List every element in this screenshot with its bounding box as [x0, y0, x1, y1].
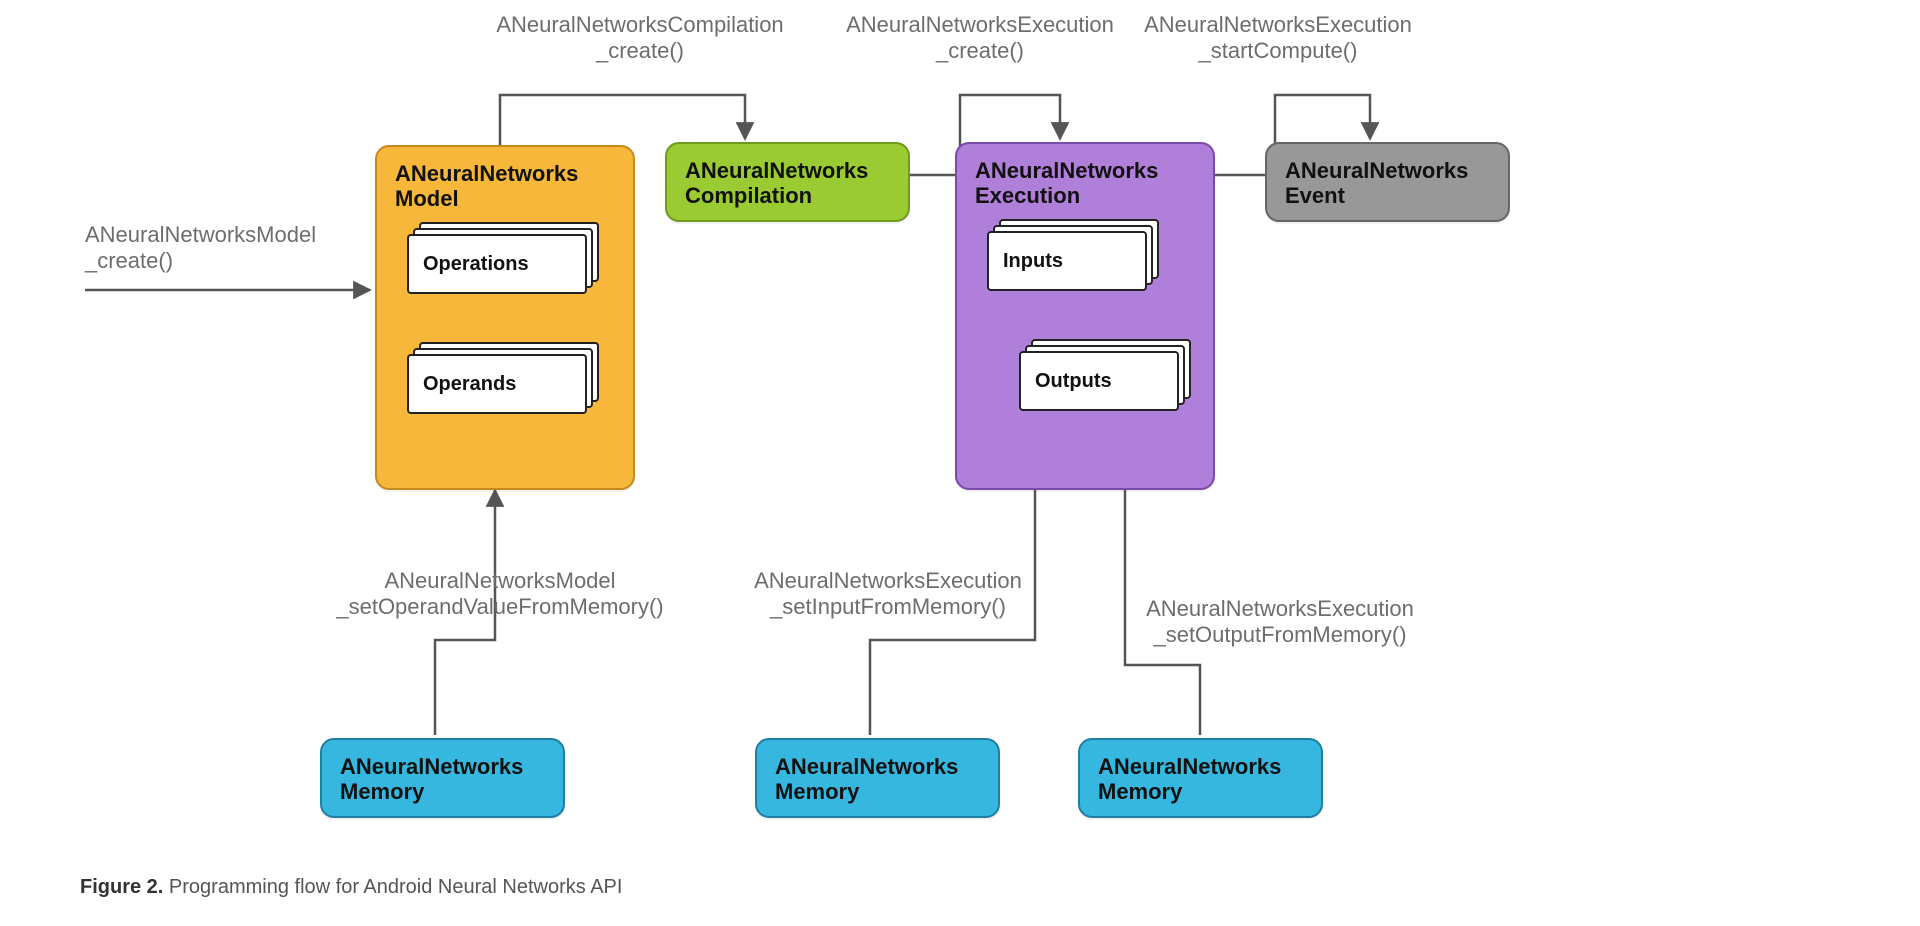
label-set-operand: ANeuralNetworksModel _setOperandValueFro… [305, 568, 695, 621]
node-compilation: ANeuralNetworks Compilation [665, 142, 910, 222]
node-event: ANeuralNetworks Event [1265, 142, 1510, 222]
node-memory-3-title: ANeuralNetworks Memory [1098, 754, 1303, 805]
node-event-title: ANeuralNetworks Event [1285, 158, 1490, 209]
stack-operands: Operands [407, 342, 602, 420]
node-event-title-l2: Event [1285, 183, 1345, 208]
label-execution-start: ANeuralNetworksExecution _startCompute() [1118, 12, 1438, 65]
node-compilation-title-l2: Compilation [685, 183, 812, 208]
node-memory-2-title: ANeuralNetworks Memory [775, 754, 980, 805]
card-outputs-label: Outputs [1021, 353, 1177, 409]
label-set-input: ANeuralNetworksExecution _setInputFromMe… [718, 568, 1058, 621]
node-memory-2-title-l2: Memory [775, 779, 859, 804]
node-execution-title-l2: Execution [975, 183, 1080, 208]
node-memory-1-title-l2: Memory [340, 779, 424, 804]
node-memory-1-title: ANeuralNetworks Memory [340, 754, 545, 805]
node-model-title-l1: ANeuralNetworks [395, 161, 578, 186]
node-model-title: ANeuralNetworks Model [395, 161, 615, 212]
diagram-canvas: ANeuralNetworksModel _create() ANeuralNe… [0, 0, 1920, 926]
node-execution-title-l1: ANeuralNetworks [975, 158, 1158, 183]
node-model: ANeuralNetworks Model Operations Operand… [375, 145, 635, 490]
node-memory-3: ANeuralNetworks Memory [1078, 738, 1323, 818]
node-memory-3-title-l2: Memory [1098, 779, 1182, 804]
stack-outputs: Outputs [1019, 339, 1194, 417]
card-operations-label: Operations [409, 236, 585, 292]
node-memory-2: ANeuralNetworks Memory [755, 738, 1000, 818]
label-compilation-create: ANeuralNetworksCompilation _create() [470, 12, 810, 65]
figure-caption-number: Figure 2. [80, 876, 163, 898]
stack-operations: Operations [407, 222, 602, 300]
figure-caption-text: Programming flow for Android Neural Netw… [169, 876, 623, 898]
node-execution: ANeuralNetworks Execution Inputs Outputs [955, 142, 1215, 490]
card-inputs-label: Inputs [989, 233, 1145, 289]
figure-caption: Figure 2. Programming flow for Android N… [80, 876, 622, 899]
node-execution-title: ANeuralNetworks Execution [975, 158, 1195, 209]
node-memory-1: ANeuralNetworks Memory [320, 738, 565, 818]
label-model-create: ANeuralNetworksModel _create() [85, 222, 365, 275]
card-operands-label: Operands [409, 356, 585, 412]
node-memory-3-title-l1: ANeuralNetworks [1098, 754, 1281, 779]
node-compilation-title: ANeuralNetworks Compilation [685, 158, 890, 209]
node-event-title-l1: ANeuralNetworks [1285, 158, 1468, 183]
label-execution-create: ANeuralNetworksExecution _create() [820, 12, 1140, 65]
node-model-title-l2: Model [395, 186, 459, 211]
label-set-output: ANeuralNetworksExecution _setOutputFromM… [1110, 596, 1450, 649]
node-memory-1-title-l1: ANeuralNetworks [340, 754, 523, 779]
node-memory-2-title-l1: ANeuralNetworks [775, 754, 958, 779]
node-compilation-title-l1: ANeuralNetworks [685, 158, 868, 183]
stack-inputs: Inputs [987, 219, 1162, 297]
